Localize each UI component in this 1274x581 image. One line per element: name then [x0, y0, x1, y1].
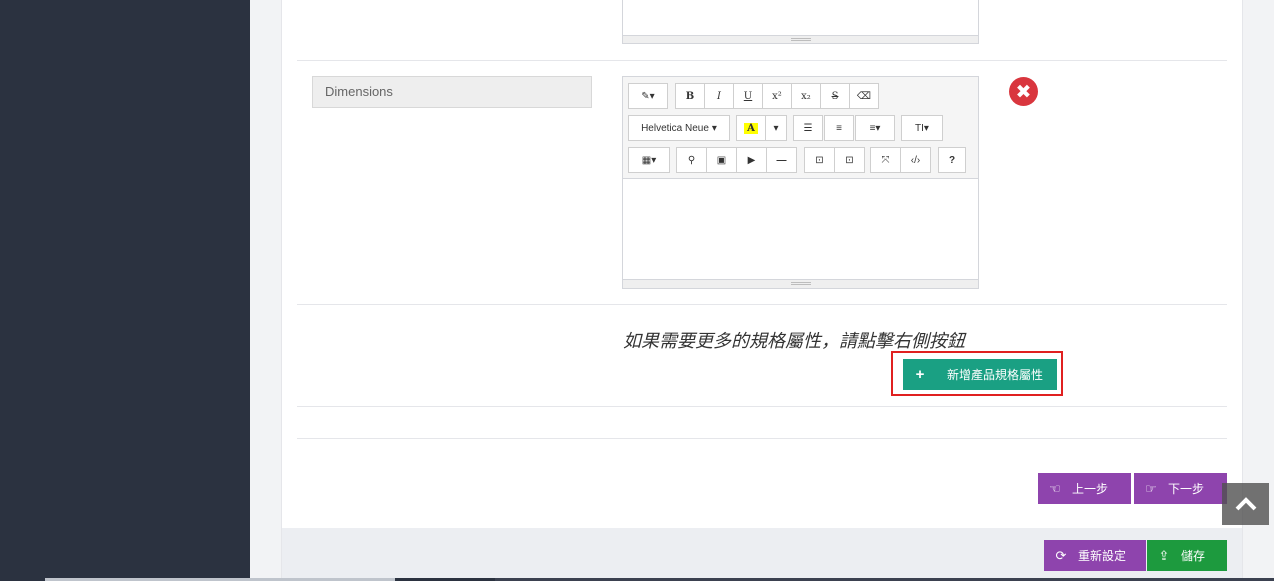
editor-resize-handle[interactable] [623, 35, 978, 43]
editor-toolbar: ✎▾ B I U x² x₂ S ⌫ Helvetica Neue ▾ A ▾ ☰… [623, 77, 978, 179]
divider [297, 60, 1227, 61]
link-icon[interactable]: ⚲ [676, 147, 707, 173]
scroll-to-top-button[interactable] [1222, 483, 1269, 525]
next-step-label: 下一步 [1168, 482, 1205, 496]
ordered-list-icon[interactable]: ≡ [824, 115, 854, 141]
line-height-icon[interactable]: TI▾ [901, 115, 943, 141]
upload-icon: ⇪ [1158, 547, 1170, 563]
code-view-icon[interactable]: ‹/› [900, 147, 931, 173]
divider [297, 438, 1227, 439]
plus-icon: + [915, 366, 925, 383]
reset-label: 重新設定 [1078, 549, 1127, 563]
fullscreen-icon[interactable]: ⤧ [870, 147, 901, 173]
add-attribute-hint: 如果需要更多的規格屬性，請點擊右側按鈕 [623, 331, 965, 352]
help-icon[interactable]: ? [938, 147, 966, 173]
attribute-name-field[interactable]: Dimensions [312, 76, 592, 108]
underline-button[interactable]: U [733, 83, 763, 109]
hand-right-icon: ☞ [1145, 480, 1157, 496]
text-color-button[interactable]: A [736, 115, 766, 141]
color-letter: A [744, 122, 758, 134]
video-icon[interactable]: ▶ [736, 147, 767, 173]
bold-button[interactable]: B [675, 83, 705, 109]
superscript-button[interactable]: x² [762, 83, 792, 109]
color-dropdown-icon[interactable]: ▾ [765, 115, 787, 141]
previous-step-label: 上一步 [1072, 482, 1109, 496]
divider [297, 406, 1227, 407]
table-icon[interactable]: ▦▾ [628, 147, 670, 173]
eraser-icon[interactable]: ⌫ [849, 83, 879, 109]
next-step-button[interactable]: ☞ 下一步 [1134, 473, 1227, 504]
unordered-list-icon[interactable]: ☰ [793, 115, 823, 141]
horizontal-rule-icon[interactable]: — [766, 147, 797, 173]
font-family-dropdown[interactable]: Helvetica Neue ▾ [628, 115, 730, 141]
font-name-label: Helvetica Neue [641, 122, 709, 134]
hand-left-icon: ☜ [1049, 480, 1061, 496]
indent-icon[interactable]: ⊡ [834, 147, 865, 173]
outdent-icon[interactable]: ⊡ [804, 147, 835, 173]
previous-step-button[interactable]: ☜ 上一步 [1038, 473, 1131, 504]
image-icon[interactable]: ▣ [706, 147, 737, 173]
subscript-button[interactable]: x₂ [791, 83, 821, 109]
editor-resize-handle[interactable] [623, 279, 978, 288]
divider [297, 304, 1227, 305]
style-magic-icon[interactable]: ✎▾ [628, 83, 668, 109]
save-button[interactable]: ⇪ 儲存 [1147, 540, 1227, 571]
add-attribute-button[interactable]: + 新增產品規格屬性 [903, 359, 1057, 390]
editor-content-area[interactable] [623, 179, 978, 280]
remove-attribute-icon[interactable]: ✖ [1009, 77, 1038, 106]
add-attribute-label: 新增產品規格屬性 [947, 368, 1044, 382]
paragraph-align-icon[interactable]: ≡▾ [855, 115, 895, 141]
strikethrough-button[interactable]: S [820, 83, 850, 109]
refresh-icon: ⟳ [1055, 547, 1067, 563]
previous-rich-text-editor[interactable] [622, 0, 979, 44]
rich-text-editor[interactable]: ✎▾ B I U x² x₂ S ⌫ Helvetica Neue ▾ A ▾ ☰… [622, 76, 979, 289]
reset-button[interactable]: ⟳ 重新設定 [1044, 540, 1146, 571]
chevron-up-icon [1235, 497, 1256, 511]
caret-down-icon: ▾ [711, 122, 717, 134]
italic-button[interactable]: I [704, 83, 734, 109]
save-label: 儲存 [1181, 549, 1206, 563]
sidebar [0, 0, 250, 581]
